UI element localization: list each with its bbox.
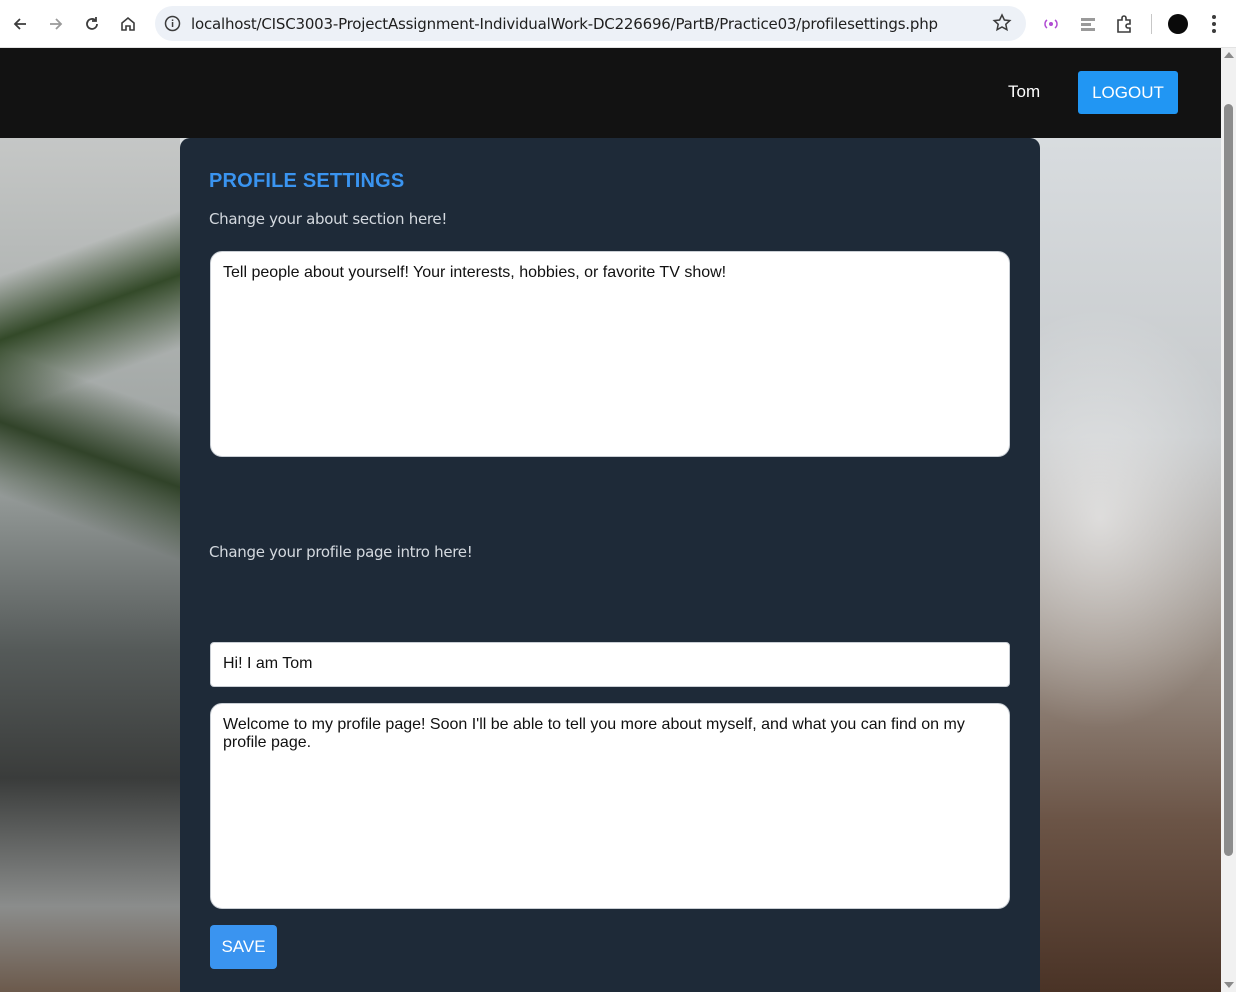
page-viewport: Tom LOGOUT PROFILE SETTINGS Change your … [0,48,1221,992]
username[interactable]: Tom [1008,82,1040,102]
page-title: PROFILE SETTINGS [209,170,405,192]
site-header: Tom LOGOUT [0,48,1221,138]
intro-title-input[interactable]: Hi! I am Tom [210,642,1010,687]
translate-extension-icon[interactable] [1077,13,1099,35]
profile-avatar-icon[interactable] [1168,14,1188,34]
reload-icon[interactable] [80,12,104,36]
about-section-label: Change your about section here! [209,210,448,228]
back-icon[interactable] [8,12,32,36]
toolbar-divider [1151,14,1152,34]
extension-puzzle-icon[interactable] [1113,13,1135,35]
profile-settings-card: PROFILE SETTINGS Change your about secti… [180,138,1040,992]
save-button[interactable]: SAVE [210,925,277,969]
bookmark-star-icon[interactable] [992,13,1012,33]
browser-toolbar: localhost/CISC3003-ProjectAssignment-Ind… [0,0,1236,48]
intro-section-label: Change your profile page intro here! [209,543,473,561]
vertical-scrollbar[interactable] [1221,48,1236,992]
address-bar[interactable]: localhost/CISC3003-ProjectAssignment-Ind… [155,6,1026,41]
scroll-thumb[interactable] [1224,104,1233,856]
scroll-down-arrow-icon[interactable] [1224,982,1234,988]
forward-icon[interactable] [44,12,68,36]
intro-textarea[interactable]: Welcome to my profile page! Soon I'll be… [210,703,1010,909]
url-text[interactable]: localhost/CISC3003-ProjectAssignment-Ind… [191,15,938,33]
media-cast-icon[interactable] [1040,13,1062,35]
home-icon[interactable] [116,12,140,36]
site-info-icon[interactable] [163,14,182,33]
scroll-up-arrow-icon[interactable] [1224,52,1234,58]
background-plant [0,138,180,992]
about-textarea[interactable]: Tell people about yourself! Your interes… [210,251,1010,457]
logout-button[interactable]: LOGOUT [1078,71,1178,114]
menu-kebab-icon[interactable] [1204,12,1224,36]
